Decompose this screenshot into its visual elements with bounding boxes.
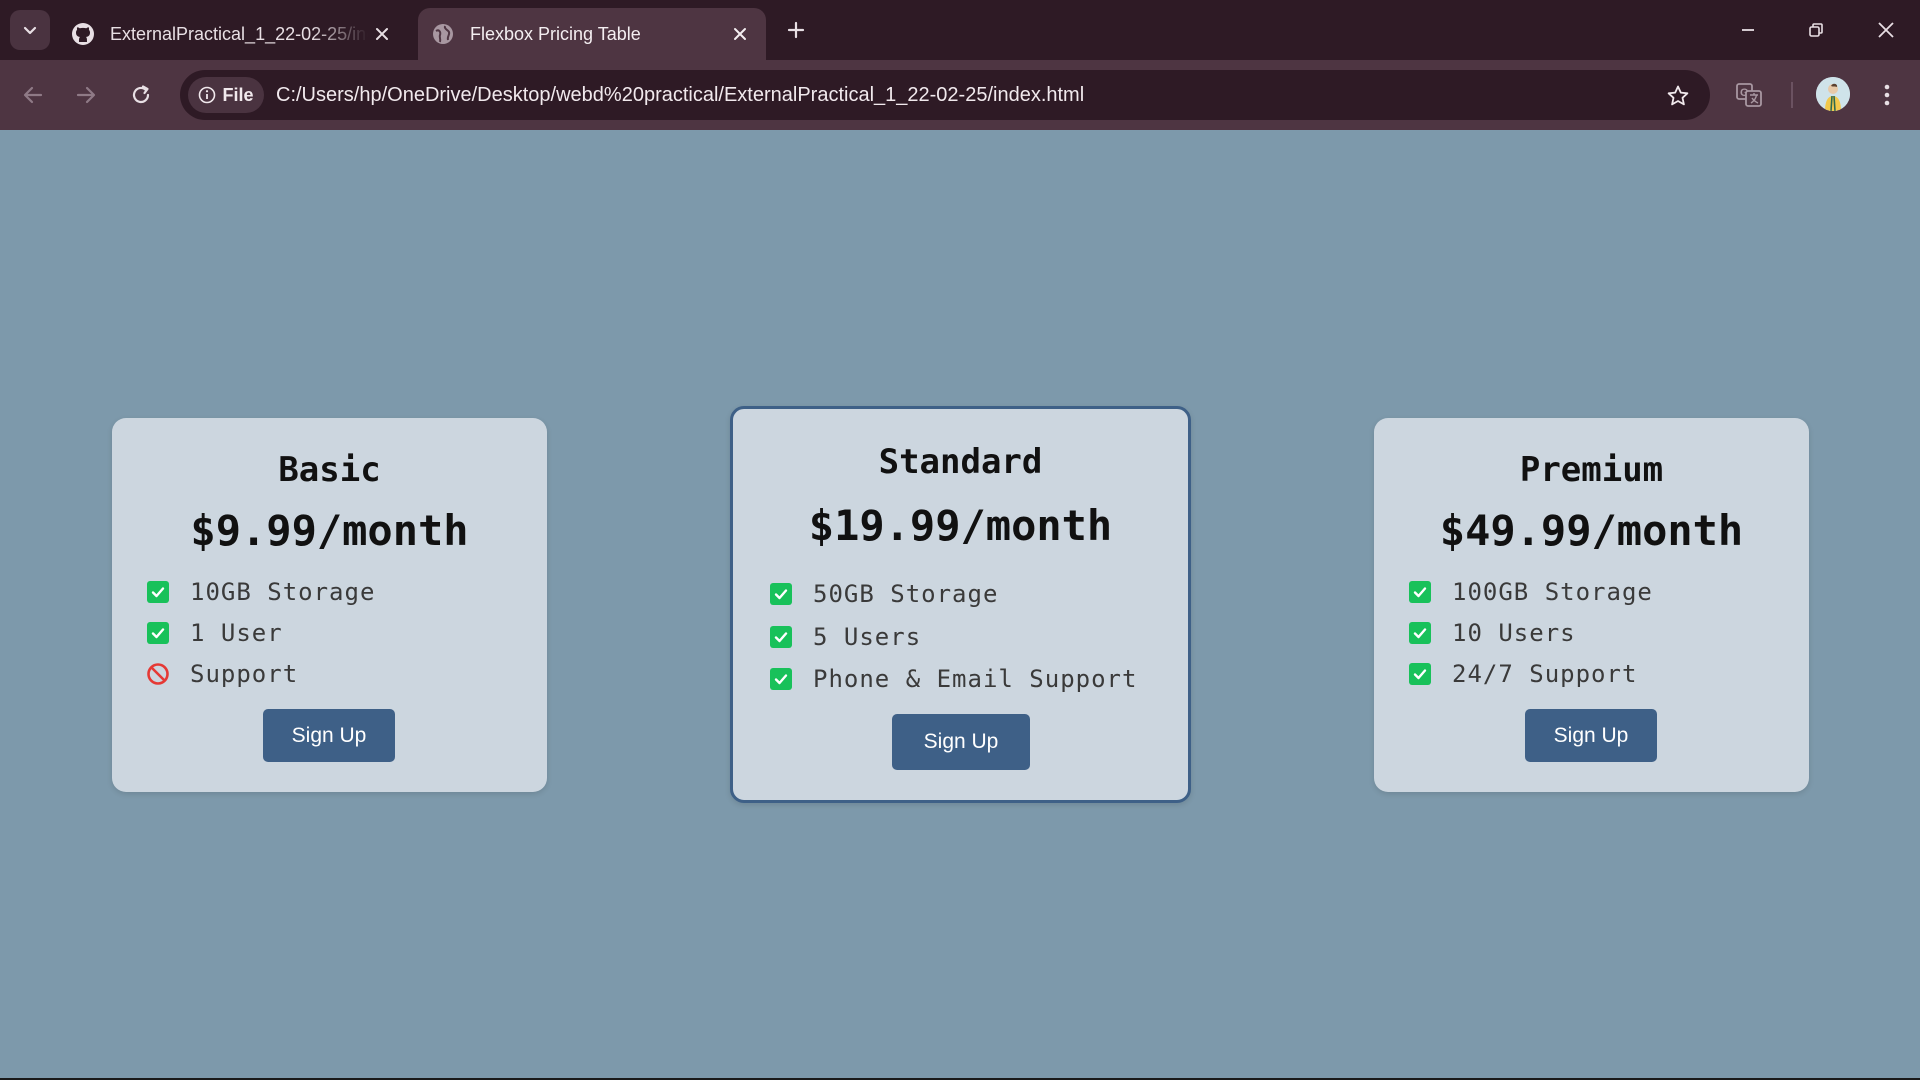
restore-button[interactable] (1788, 8, 1844, 52)
plan-price: $19.99/month (808, 501, 1113, 550)
tab-title: ExternalPractical_1_22-02-25/index.html (110, 23, 368, 44)
feature-item: 50GB Storage (769, 580, 998, 608)
feature-text: 24/7 Support (1452, 660, 1638, 688)
plus-icon (787, 21, 805, 39)
info-icon (199, 86, 216, 104)
check-icon (1408, 621, 1432, 645)
close-icon (1878, 22, 1894, 38)
tab-flexbox-pricing[interactable]: Flexbox Pricing Table (418, 8, 766, 60)
globe-icon (430, 21, 456, 47)
menu-button[interactable] (1869, 77, 1905, 113)
plan-name: Standard (878, 442, 1043, 482)
tab-github[interactable]: ExternalPractical_1_22-02-25/index.html (58, 8, 408, 60)
plan-name: Basic (278, 450, 381, 490)
check-icon (769, 667, 793, 691)
address-bar[interactable]: File C:/Users/hp/OneDrive/Desktop/webd%2… (180, 70, 1710, 120)
pricing-card-premium: Premium $49.99/month 100GB Storage 10 Us… (1374, 418, 1809, 792)
check-icon (146, 621, 170, 645)
feature-item: 1 User (146, 619, 283, 647)
feature-item: 10GB Storage (146, 578, 375, 606)
check-icon (1408, 580, 1432, 604)
site-info-label: File (222, 84, 254, 105)
tab-search-button[interactable] (10, 10, 50, 50)
feature-text: 5 Users (813, 623, 922, 651)
github-icon (70, 21, 96, 47)
translate-button[interactable]: G (1731, 77, 1767, 113)
profile-avatar[interactable] (1816, 77, 1850, 111)
back-button[interactable] (15, 77, 51, 113)
feature-text: Support (190, 660, 299, 688)
tab-strip: ExternalPractical_1_22-02-25/index.html … (0, 0, 1920, 60)
prohibited-icon (146, 662, 170, 686)
feature-text: 1 User (190, 619, 283, 647)
feature-text: 10 Users (1452, 619, 1576, 647)
feature-item: Support (146, 660, 298, 688)
toolbar-divider (1791, 82, 1793, 108)
minimize-button[interactable] (1720, 8, 1776, 52)
forward-button[interactable] (68, 77, 104, 113)
url-text[interactable]: C:/Users/hp/OneDrive/Desktop/webd%20prac… (276, 70, 1084, 120)
check-icon (146, 580, 170, 604)
close-window-button[interactable] (1858, 8, 1914, 52)
feature-item: 24/7 Support (1408, 660, 1637, 688)
plan-price: $49.99/month (1439, 506, 1744, 555)
reload-icon (132, 85, 150, 104)
feature-item: Phone & Email Support (769, 665, 1137, 693)
arrow-right-icon (76, 86, 96, 104)
feature-item: 100GB Storage (1408, 578, 1653, 606)
restore-icon (1809, 23, 1823, 37)
check-icon (769, 625, 793, 649)
check-icon (1408, 662, 1432, 686)
bookmark-star-button[interactable] (1664, 82, 1692, 110)
feature-item: 5 Users (769, 623, 921, 651)
translate-icon: G (1736, 83, 1762, 107)
arrow-left-icon (23, 86, 43, 104)
tab-title: Flexbox Pricing Table (470, 23, 641, 44)
pricing-card-standard: Standard $19.99/month 50GB Storage 5 Use… (730, 406, 1191, 803)
new-tab-button[interactable] (780, 14, 812, 46)
more-vertical-icon (1884, 84, 1890, 106)
sign-up-button[interactable]: Sign Up (1525, 709, 1657, 762)
close-tab-icon[interactable] (368, 20, 396, 48)
close-tab-icon[interactable] (726, 20, 754, 48)
feature-item: 10 Users (1408, 619, 1576, 647)
sign-up-button[interactable]: Sign Up (263, 709, 395, 762)
star-icon (1667, 85, 1689, 106)
feature-text: 10GB Storage (190, 578, 376, 606)
plan-name: Premium (1519, 450, 1664, 490)
feature-text: Phone & Email Support (813, 665, 1138, 693)
site-info-chip[interactable]: File (188, 77, 264, 113)
sign-up-button[interactable]: Sign Up (892, 714, 1030, 770)
browser-toolbar: File C:/Users/hp/OneDrive/Desktop/webd%2… (0, 60, 1920, 130)
avatar-icon (1816, 77, 1850, 111)
feature-text: 50GB Storage (813, 580, 999, 608)
reload-button[interactable] (123, 77, 159, 113)
plan-price: $9.99/month (190, 506, 469, 555)
check-icon (769, 582, 793, 606)
minimize-icon (1742, 29, 1754, 31)
chevron-down-icon (23, 26, 37, 35)
feature-text: 100GB Storage (1452, 578, 1653, 606)
pricing-card-basic: Basic $9.99/month 10GB Storage 1 User Su… (112, 418, 547, 792)
